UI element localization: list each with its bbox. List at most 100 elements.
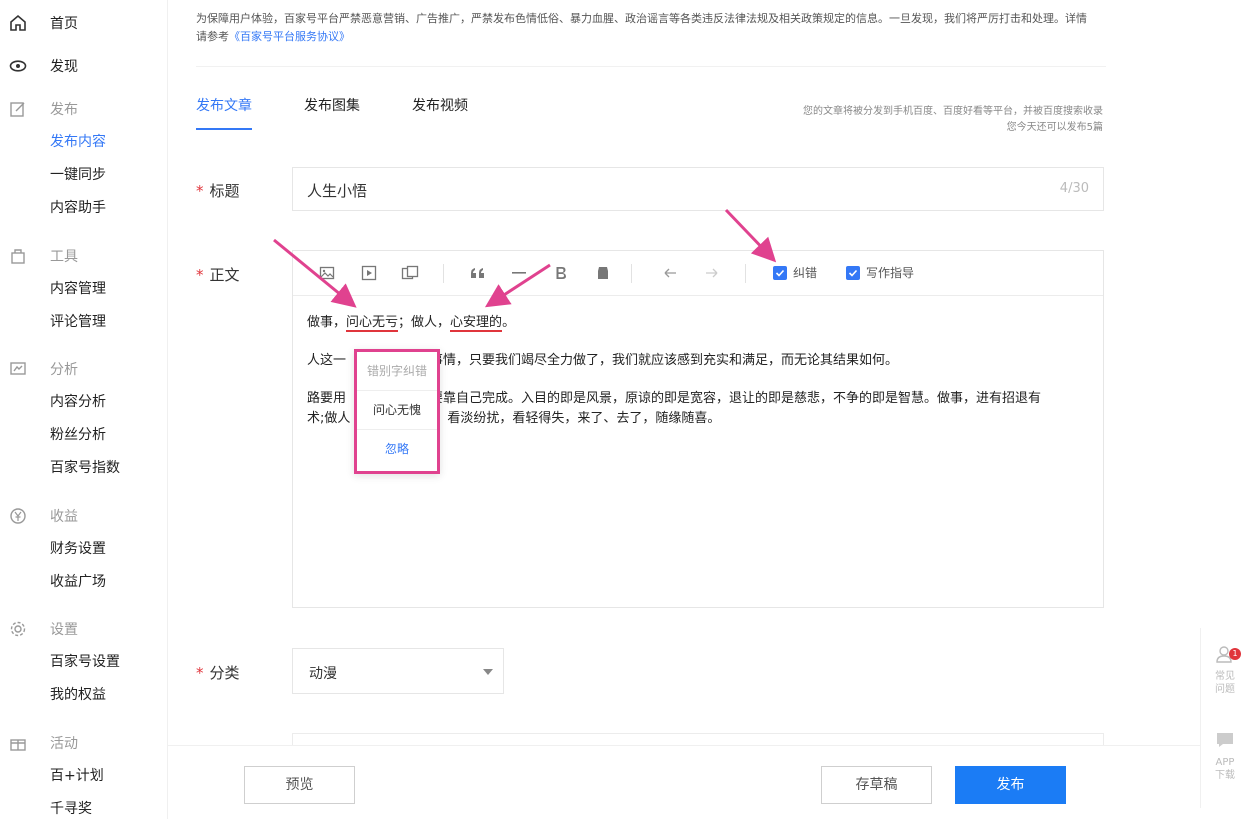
distribution-info: 您的文章将被分发到手机百度、百度好看等平台，并被百度搜索收录 您今天还可以发布5… [803,104,1103,136]
text-segment: 术;做人 [307,411,351,426]
floating-help-panel: 1 常见问题 APP下载 [1200,628,1248,808]
divider [196,66,1106,67]
toolbar-separator [443,264,444,283]
sidebar-item-content-manage[interactable]: 内容管理 [0,273,168,306]
sidebar-item-discover[interactable]: 发现 [0,49,168,83]
sidebar-section-analysis: 分析 [0,352,168,386]
category-label-text: 分类 [209,664,240,682]
category-label: * 分类 [196,662,240,683]
service-agreement-link[interactable]: 《百家号平台服务协议》 [229,30,350,43]
app-download-button[interactable]: APP下载 [1201,730,1248,782]
sidebar-item-publish-content[interactable]: 发布内容 [0,126,168,159]
distribution-text: 您的文章将被分发到手机百度、百度好看等平台，并被百度搜索收录 [803,106,1103,117]
sidebar-section-label: 发布 [50,102,78,118]
nav-group-revenue: 收益 财务设置 收益广场 [0,499,168,599]
sidebar-item-content-assistant[interactable]: 内容助手 [0,192,168,225]
ignore-button[interactable]: 忽略 [357,430,437,469]
text-segment: 要靠自己完成。入目的即是风景，原谅的即是宽容，退让的即是慈悲，不争的即是智慧。做… [430,391,1042,406]
sidebar-section-settings: 设置 [0,612,168,646]
video-icon[interactable] [359,263,379,283]
sidebar-item-one-click-sync[interactable]: 一键同步 [0,159,168,192]
image-icon[interactable] [317,263,337,283]
spell-check-label: 纠错 [793,266,818,280]
publish-tabs: 发布文章 发布图集 发布视频 [196,92,520,132]
nav-group-activity: 活动 百+计划 千寻奖 [0,726,168,819]
app-download-label: APP下载 [1215,757,1235,781]
sidebar-section-label: 工具 [50,249,78,265]
required-mark: * [196,182,204,200]
editor-toolbar: 纠错 写作指导 [293,251,1103,296]
sidebar-section-label: 设置 [50,622,78,638]
chevron-down-icon [483,669,493,675]
gift-icon [8,733,28,753]
tab-gallery[interactable]: 发布图集 [304,92,360,130]
gear-icon [8,619,28,639]
sidebar-item-qianxun-award[interactable]: 千寻奖 [0,793,168,819]
typo-highlight[interactable]: 心安理的 [450,315,503,332]
sidebar-item-comment-manage[interactable]: 评论管理 [0,306,168,339]
divider-icon[interactable] [509,263,529,283]
nav-group-settings: 设置 百家号设置 我的权益 [0,612,168,712]
toolbar-separator [745,264,746,283]
save-draft-button[interactable]: 存草稿 [821,766,932,804]
sidebar-item-home[interactable]: 首页 [0,6,168,40]
sidebar-section-label: 活动 [50,736,78,752]
body-label-text: 正文 [209,266,240,284]
nav-group-publish: 发布 发布内容 一键同步 内容助手 [0,92,168,225]
sidebar-section-activity: 活动 [0,726,168,760]
sidebar-item-baijia-index[interactable]: 百家号指数 [0,452,168,485]
faq-button[interactable]: 1 常见问题 [1201,644,1248,696]
nav-group-discover: 发现 [0,49,168,83]
required-mark: * [196,664,204,682]
redo-icon[interactable] [702,263,722,283]
sidebar-item-account-settings[interactable]: 百家号设置 [0,646,168,679]
sidebar-item-revenue-square[interactable]: 收益广场 [0,566,168,599]
text-segment: 路要用 [307,391,347,406]
popup-header: 错别字纠错 [357,352,437,391]
publish-button[interactable]: 发布 [955,766,1066,804]
title-input[interactable]: 人生小悟 4/30 [292,167,1104,211]
body-label: * 正文 [196,264,240,285]
required-mark: * [196,266,204,284]
category-select[interactable]: 动漫 [292,648,504,694]
notification-badge: 1 [1229,648,1241,660]
sidebar: 首页 发现 发布 发布内容 一键同步 内容助手 工具 内容管理 评论管理 分析 … [0,0,168,819]
sidebar-item-finance-settings[interactable]: 财务设置 [0,533,168,566]
bold-icon[interactable] [551,263,571,283]
tab-article[interactable]: 发布文章 [196,92,252,130]
sidebar-section-tools: 工具 [0,239,168,273]
checkbox-checked-icon [773,265,787,280]
nav-group-home: 首页 [0,6,168,40]
undo-icon[interactable] [660,263,680,283]
chart-icon [8,359,28,379]
policy-notice: 为保障用户体验，百家号平台严禁恶意营销、广告推广，严禁发布色情低俗、暴力血腥、政… [196,10,1096,46]
user-help-icon [1201,644,1248,670]
preview-button[interactable]: 预览 [244,766,355,804]
clear-format-icon[interactable] [593,263,613,283]
title-label-text: 标题 [209,182,240,200]
toolbar-separator [631,264,632,283]
sidebar-item-my-rights[interactable]: 我的权益 [0,679,168,712]
checkbox-checked-icon [846,265,860,280]
sidebar-item-plus-plan[interactable]: 百+计划 [0,760,168,793]
text-segment: 事情，只要我们竭尽全力做了，我们就应该感到充实和满足，而无论其结果如何。 [430,353,899,368]
spell-check-toggle[interactable]: 纠错 [773,264,817,281]
writing-guide-toggle[interactable]: 写作指导 [846,264,914,281]
action-bar: 预览 存草稿 发布 [168,745,1200,819]
paragraph: 做事，问心无亏；做人，心安理的。 [307,313,1097,333]
title-char-count: 4/30 [1059,181,1089,196]
eye-icon [8,56,28,76]
tab-video[interactable]: 发布视频 [412,92,468,130]
sidebar-item-content-analysis[interactable]: 内容分析 [0,386,168,419]
suggestion-option[interactable]: 问心无愧 [357,391,437,430]
typo-highlight[interactable]: 问心无亏 [346,315,399,332]
text-segment: 人这一 [307,353,347,368]
text-segment: 做事， [307,315,347,330]
edit-icon [8,99,28,119]
quote-icon[interactable] [468,263,488,283]
gallery-icon[interactable] [400,263,420,283]
sidebar-section-label: 收益 [50,509,78,525]
sidebar-item-fans-analysis[interactable]: 粉丝分析 [0,419,168,452]
title-value: 人生小悟 [307,182,368,200]
spell-check-popup: 错别字纠错 问心无愧 忽略 [354,349,440,474]
